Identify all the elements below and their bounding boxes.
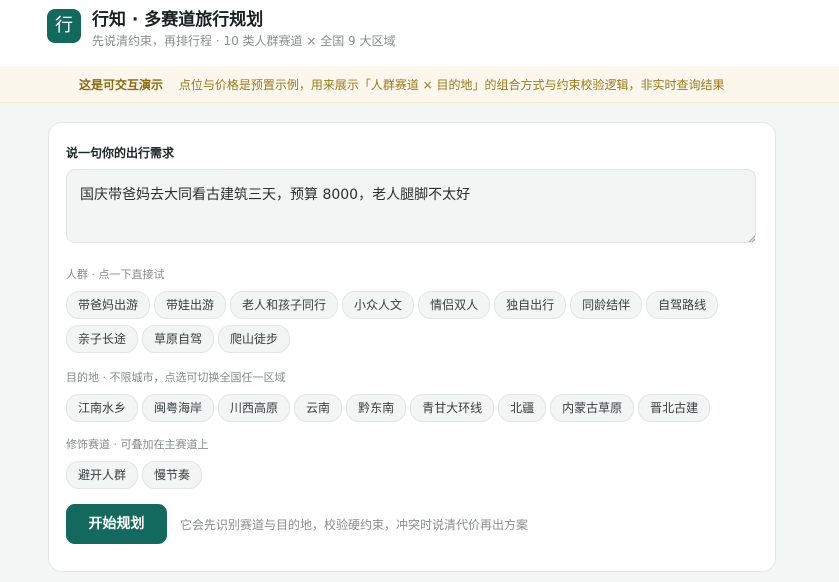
request-label: 说一句你的出行需求	[66, 146, 175, 160]
start-planning-button[interactable]: 开始规划	[66, 504, 167, 544]
crowd-chip[interactable]: 带娃出游	[154, 291, 227, 319]
crowd-chip-list: 带爸妈出游 带娃出游 老人和孩子同行 小众人文 情侣双人 独自出行 同龄结伴 自驾路线亲子长途…	[66, 291, 766, 359]
app-logo: 行	[47, 9, 81, 43]
demo-notice-banner: 这是可交互演示 点位与价格是预置示例，用来展示「人群赛道 × 目的地」的组合方式…	[0, 66, 839, 103]
crowd-chip[interactable]: 亲子长途	[66, 325, 139, 353]
destination-chip[interactable]: 北疆	[498, 394, 547, 422]
crowd-chip[interactable]: 情侣双人	[418, 291, 491, 319]
destination-chip-list: 江南水乡 闽粤海岸 川西高原 云南 黔东南 青甘大环线 北疆 内蒙古草原 晋北古建	[66, 394, 766, 428]
crowd-chip[interactable]: 带爸妈出游	[66, 291, 151, 319]
destination-chip[interactable]: 晋北古建	[638, 394, 711, 422]
crowd-chip[interactable]: 老人和孩子同行	[230, 291, 339, 319]
destination-chip[interactable]: 内蒙古草原	[550, 394, 635, 422]
crowd-chip[interactable]: 小众人文	[342, 291, 415, 319]
request-input[interactable]: 国庆带爸妈去大同看古建筑三天，预算 8000，老人腿脚不太好	[66, 169, 756, 243]
modifier-chip[interactable]: 慢节奏	[142, 461, 203, 489]
resize-handle-icon[interactable]	[748, 235, 756, 243]
destination-chip[interactable]: 黔东南	[346, 394, 407, 422]
crowd-chip[interactable]: 同龄结伴	[570, 291, 643, 319]
start-hint-text: 它会先识别赛道与目的地，校验硬约束，冲突时说清代价再出方案	[180, 518, 529, 532]
crowd-chip[interactable]: 爬山徒步	[218, 325, 291, 353]
crowd-section-title: 人群 · 点一下直接试	[66, 268, 165, 281]
destination-chip[interactable]: 川西高原	[218, 394, 291, 422]
app-title: 行知 · 多赛道旅行规划	[92, 10, 264, 30]
modifier-chip-list: 避开人群 慢节奏	[66, 461, 766, 495]
crowd-chip[interactable]: 自驾路线	[646, 291, 719, 319]
crowd-chip[interactable]: 独自出行	[494, 291, 567, 319]
app-subtitle: 先说清约束，再排行程 · 10 类人群赛道 × 全国 9 大区域	[92, 34, 396, 48]
app-header: 行 行知 · 多赛道旅行规划 先说清约束，再排行程 · 10 类人群赛道 × 全…	[0, 0, 839, 67]
destination-chip[interactable]: 江南水乡	[66, 394, 139, 422]
notice-text: 点位与价格是预置示例，用来展示「人群赛道 × 目的地」的组合方式与约束校验逻辑，…	[178, 78, 725, 92]
destination-chip[interactable]: 云南	[294, 394, 343, 422]
planner-card: 说一句你的出行需求 国庆带爸妈去大同看古建筑三天，预算 8000，老人腿脚不太好…	[48, 122, 776, 572]
destination-section-title: 目的地 · 不限城市，点选可切换全国任一区域	[66, 371, 286, 384]
modifier-chip[interactable]: 避开人群	[66, 461, 139, 489]
crowd-chip[interactable]: 草原自驾	[142, 325, 215, 353]
destination-chip[interactable]: 青甘大环线	[410, 394, 495, 422]
notice-title: 这是可交互演示	[79, 78, 164, 92]
destination-chip[interactable]: 闽粤海岸	[142, 394, 215, 422]
modifier-section-title: 修饰赛道 · 可叠加在主赛道上	[66, 438, 209, 451]
